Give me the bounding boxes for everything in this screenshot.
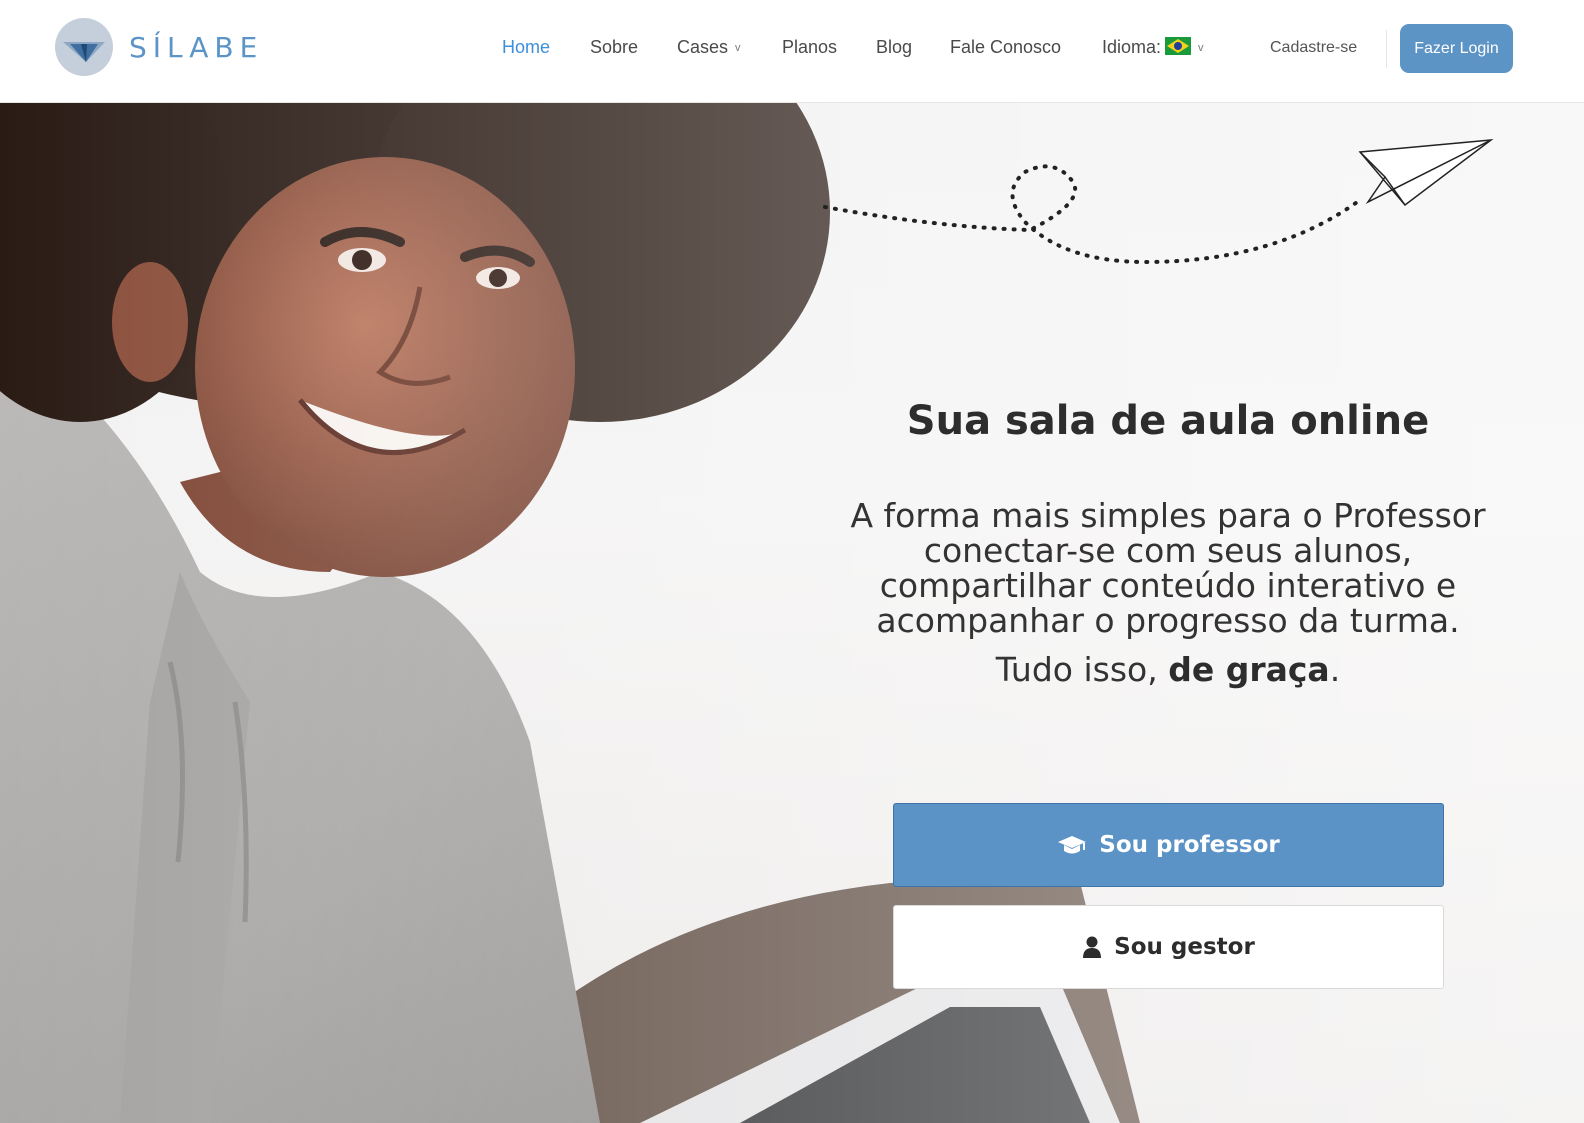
nav-blog[interactable]: Blog (876, 37, 912, 58)
nav-about[interactable]: Sobre (590, 37, 638, 58)
nav-cases-label: Cases (677, 37, 729, 57)
hero-free-bold: de graça (1168, 650, 1330, 689)
hero-description: A forma mais simples para o Professor co… (850, 496, 1486, 640)
graduation-cap-icon (1057, 834, 1087, 856)
brand-logo[interactable]: SÍLABE (55, 18, 263, 76)
user-icon (1082, 936, 1102, 958)
hero-free-suffix: . (1329, 650, 1341, 689)
hero-title: Sua sala de aula online (906, 398, 1430, 444)
nav-language-label: Idioma: (1102, 37, 1162, 57)
hero-free-line: Tudo isso, de graça. (842, 650, 1494, 689)
teacher-button-label: Sou professor (1099, 832, 1280, 858)
nav-cases[interactable]: Cases v (677, 37, 741, 58)
nav-home[interactable]: Home (502, 37, 550, 58)
manager-button[interactable]: Sou gestor (893, 905, 1444, 989)
login-button[interactable]: Fazer Login (1400, 24, 1513, 73)
brand-name: SÍLABE (129, 30, 264, 64)
nav-contact[interactable]: Fale Conosco (950, 37, 1061, 58)
teacher-button[interactable]: Sou professor (893, 803, 1444, 887)
nav-plans[interactable]: Planos (782, 37, 837, 58)
header-divider (1386, 30, 1387, 68)
site-header: SÍLABE Home Sobre Cases v Planos Blog Fal… (0, 0, 1584, 103)
brazil-flag-icon (1165, 37, 1192, 55)
paper-plane-logo-icon (55, 18, 113, 76)
chevron-down-icon: v (735, 42, 741, 54)
hero-free-prefix: Tudo isso, (995, 650, 1169, 689)
signup-link[interactable]: Cadastre-se (1270, 39, 1357, 57)
paper-plane-icon (823, 139, 1494, 265)
nav-language[interactable]: Idioma: v (1102, 37, 1204, 58)
hero-section: Sua sala de aula online A forma mais sim… (0, 102, 1584, 1123)
chevron-down-icon: v (1198, 42, 1204, 54)
manager-button-label: Sou gestor (1114, 934, 1255, 960)
